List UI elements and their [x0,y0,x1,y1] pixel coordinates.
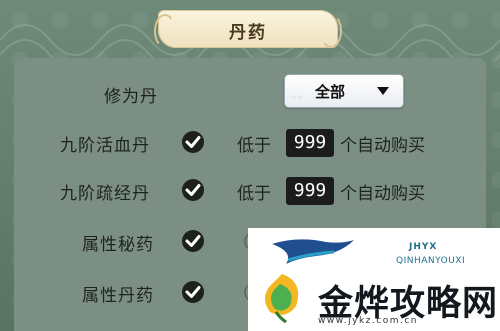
partial-text: （ [234,233,250,251]
category-dropdown[interactable]: ◦◦ 全部 [284,74,404,108]
threshold-input[interactable]: 999 [286,129,334,157]
partial-text: （ [234,284,250,302]
threshold-prefix: 低于 [237,184,271,204]
threshold-input[interactable]: 999 [286,177,334,205]
item-label: 属性丹药 [82,286,154,306]
watermark-subtitle: QINHANYOUXI [396,256,466,266]
watermark-badge: JHYX [409,242,438,252]
chevron-down-icon [377,87,389,95]
checkbox-checked-icon[interactable] [182,281,204,303]
checkbox-checked-icon[interactable] [182,131,204,153]
item-label: 九阶活血丹 [60,136,150,156]
item-label: 属性秘药 [82,235,154,255]
leaf-plug-icon [265,274,299,324]
threshold-prefix: 低于 [237,136,271,156]
swirl-ornament-icon: ◦◦ [291,93,303,104]
dropdown-value: 全部 [315,83,346,101]
checkbox-checked-icon[interactable] [182,179,204,201]
item-label: 九阶疏经丹 [60,184,150,204]
watermark-url: www.jykz.com.cn [318,316,418,326]
threshold-suffix: 个自动购买 [340,136,425,156]
bird-logo-icon [272,239,354,264]
section-title-plaque: 丹药 [154,10,342,48]
threshold-suffix: 个自动购买 [340,184,425,204]
checkbox-checked-icon[interactable] [182,230,204,252]
section-title: 丹药 [229,23,267,43]
filter-label: 修为丹 [104,87,158,107]
